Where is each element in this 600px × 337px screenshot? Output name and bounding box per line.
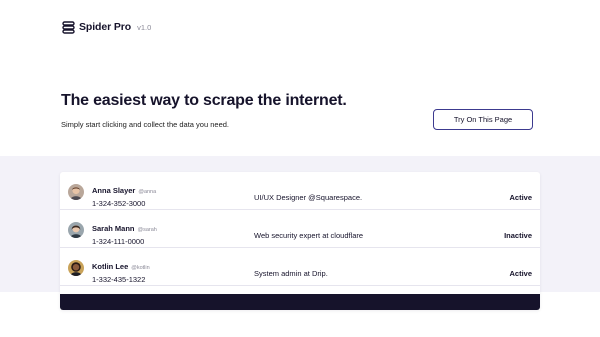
status-label: Active [509,193,532,202]
user-phone: 1-324-111-0000 [92,237,145,246]
user-table: Anna Slayer @anna 1-324-352-3000 UI/UX D… [60,172,540,310]
table-row[interactable]: Sarah Mann @sarah 1-324-111-0000 Web sec… [60,210,540,248]
user-phone: 1-324-352-3000 [92,199,146,208]
app-version: v1.0 [137,23,152,32]
user-role: System admin at Drip. [254,269,328,278]
table-row[interactable]: Kotlin Lee @kotlin 1-332-435-1322 System… [60,248,540,286]
app-name: Spider Pro [79,21,132,33]
avatar [68,222,84,238]
user-role: Web security expert at cloudflare [254,231,364,240]
user-role: UI/UX Designer @Squarespace. [254,193,363,202]
avatar [68,260,84,276]
user-phone: 1-332-435-1322 [92,275,146,284]
user-name: Kotlin Lee [92,262,129,271]
app-header: Spider Pro v1.0 [62,19,151,35]
user-handle: @sarah [137,227,157,233]
user-handle: @anna [138,189,157,195]
status-label: Inactive [504,231,532,240]
avatar [68,184,84,200]
table-row[interactable]: Anna Slayer @anna 1-324-352-3000 UI/UX D… [60,172,540,210]
spider-logo-icon [62,20,75,34]
user-name: Sarah Mann [92,224,135,233]
table-footer-bar [60,294,540,310]
hero-title: The easiest way to scrape the internet. [61,92,347,109]
user-name: Anna Slayer [92,186,136,195]
status-label: Active [509,269,532,278]
hero-section: The easiest way to scrape the internet. … [61,92,347,129]
user-handle: @kotlin [131,265,150,271]
hero-subtitle: Simply start clicking and collect the da… [61,120,230,129]
try-on-this-page-button[interactable]: Try On This Page [433,109,533,130]
